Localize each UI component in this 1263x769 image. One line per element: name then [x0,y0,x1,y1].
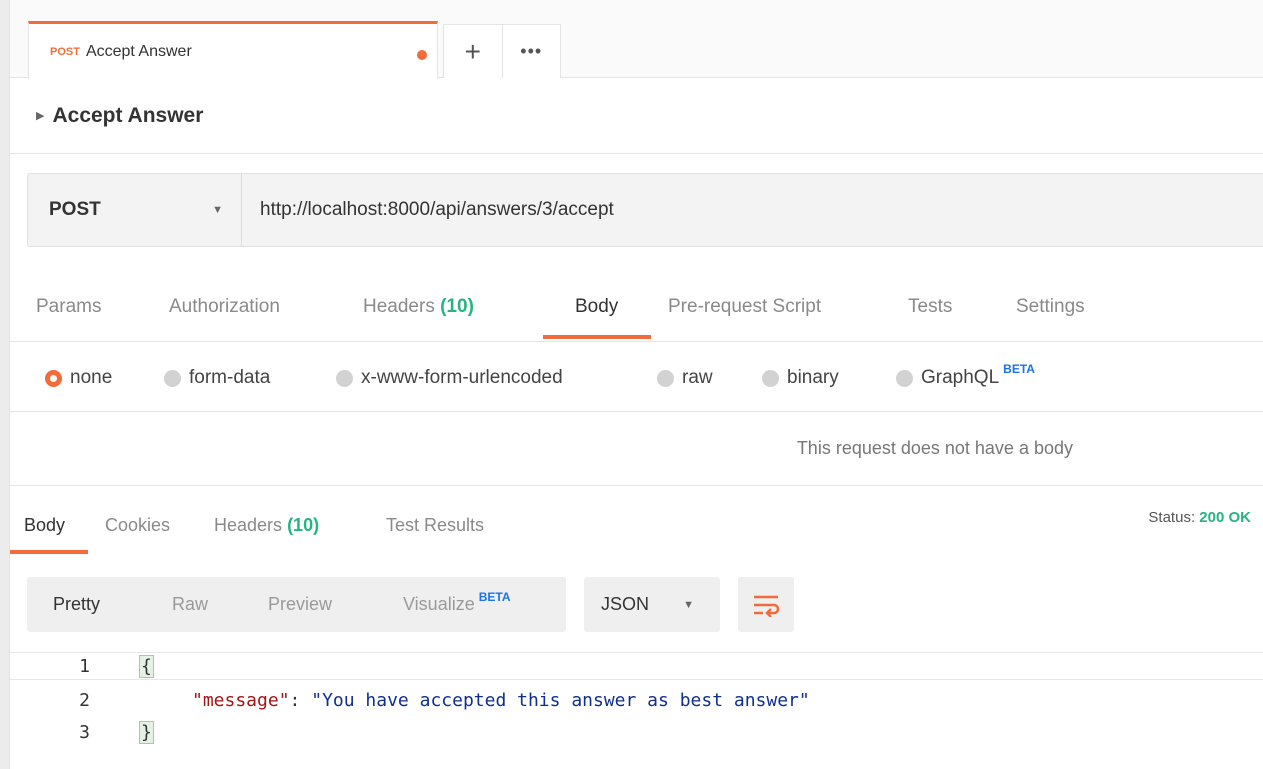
response-status: Status: 200 OK [1148,509,1251,526]
tab-actions: + ••• [443,24,561,78]
visualize-label: Visualize [403,594,475,614]
radio-form-data-label: form-data [189,367,271,388]
tab-authorization[interactable]: Authorization [169,296,280,318]
visualize-beta-badge: BETA [478,590,511,604]
caret-right-icon[interactable]: ▶ [36,109,44,122]
format-visualize-button[interactable]: Visualize BETA [403,590,511,615]
request-tabs: Params Authorization Headers (10) Body P… [10,266,1263,342]
wrap-lines-icon [754,595,780,617]
response-headers-count: (10) [287,515,320,535]
radio-unselected-icon [896,369,913,387]
radio-graphql-label: GraphQL [921,367,1000,388]
tab-tests[interactable]: Tests [908,296,952,318]
tab-settings[interactable]: Settings [1016,296,1085,318]
method-select[interactable]: POST ▼ [28,174,242,246]
new-tab-plus-icon[interactable]: + [444,25,503,78]
method-value: POST [49,199,101,220]
radio-raw-label: raw [682,367,713,388]
json-key: "message" [192,689,290,711]
chevron-down-icon: ▼ [683,598,694,611]
response-body-viewer[interactable]: 1 { 2 "message": "You have accepted this… [10,648,1263,758]
response-tab-test-results[interactable]: Test Results [386,515,484,536]
wrap-lines-button[interactable] [738,577,794,632]
status-value: 200 OK [1199,509,1251,526]
language-select[interactable]: JSON ▼ [584,577,720,632]
open-brace: { [139,654,154,678]
more-options-icon[interactable]: ••• [503,25,561,78]
radio-unselected-icon [762,369,779,387]
format-pretty-button[interactable]: Pretty [53,594,100,615]
radio-graphql[interactable]: GraphQL BETA [896,362,1035,389]
response-headers-label: Headers [214,515,283,535]
code-text: "message": "You have accepted this answe… [192,690,810,711]
code-text: { [139,654,154,678]
radio-unselected-icon [657,369,674,387]
radio-unselected-icon [164,369,181,387]
tab-name-label: Accept Answer [85,42,192,60]
radio-unselected-icon [336,369,353,387]
response-tab-cookies[interactable]: Cookies [105,515,170,536]
request-title: Accept Answer [52,103,204,127]
radio-selected-icon [45,369,62,387]
url-bar: POST ▼ http://localhost:8000/api/answers… [27,173,1263,247]
tab-headers-label: Headers [363,296,435,317]
tab-prerequest-script[interactable]: Pre-request Script [668,296,821,318]
request-tab[interactable]: POST Accept Answer [28,21,438,79]
code-line: 2 "message": "You have accepted this ans… [10,686,1263,714]
no-body-message: This request does not have a body [796,438,1073,458]
headers-count-badge: (10) [440,296,474,317]
code-text: } [139,720,154,744]
line-number: 3 [79,721,90,743]
code-line: 1 { [10,652,1263,680]
radio-urlencoded[interactable]: x-www-form-urlencoded [336,367,563,389]
json-value: "You have accepted this answer as best a… [311,689,810,711]
response-tab-body[interactable]: Body [24,515,65,536]
response-tab-headers[interactable]: Headers (10) [214,515,319,536]
close-brace: } [139,720,154,744]
beta-badge: BETA [1003,362,1035,376]
tab-method-label: POST [50,45,80,58]
language-value: JSON [601,594,650,614]
line-number: 1 [79,655,90,677]
body-panel: This request does not have a body [10,412,1263,486]
radio-urlencoded-label: x-www-form-urlencoded [361,367,563,388]
format-toggle-group: Pretty Raw Preview Visualize BETA [27,577,566,632]
radio-binary-label: binary [787,367,839,388]
response-tabs: Body Cookies Headers (10) Test Results S… [10,486,1263,556]
active-tab-indicator [543,335,651,339]
line-number: 2 [79,689,90,711]
radio-none[interactable]: none [45,367,112,389]
format-raw-button[interactable]: Raw [172,594,208,615]
radio-form-data[interactable]: form-data [164,367,270,389]
chevron-down-icon: ▼ [212,204,223,216]
tab-headers[interactable]: Headers (10) [363,296,474,318]
unsaved-dot-icon [417,50,427,60]
code-line: 3 } [10,718,1263,746]
status-label: Status: [1148,509,1196,526]
format-preview-button[interactable]: Preview [268,594,332,615]
tab-params[interactable]: Params [36,296,101,318]
tab-body[interactable]: Body [575,296,618,318]
url-input[interactable]: http://localhost:8000/api/answers/3/acce… [242,174,1263,246]
left-sidebar-edge [0,0,10,769]
radio-raw[interactable]: raw [657,367,713,389]
request-title-bar[interactable]: ▶ Accept Answer [10,78,1263,154]
body-type-selector: none form-data x-www-form-urlencoded raw… [10,342,1263,412]
tab-bar: POST Accept Answer + ••• [10,0,1263,79]
active-response-tab-indicator [10,550,88,554]
json-colon: : [289,689,312,711]
radio-none-label: none [70,367,113,388]
radio-binary[interactable]: binary [762,367,839,389]
